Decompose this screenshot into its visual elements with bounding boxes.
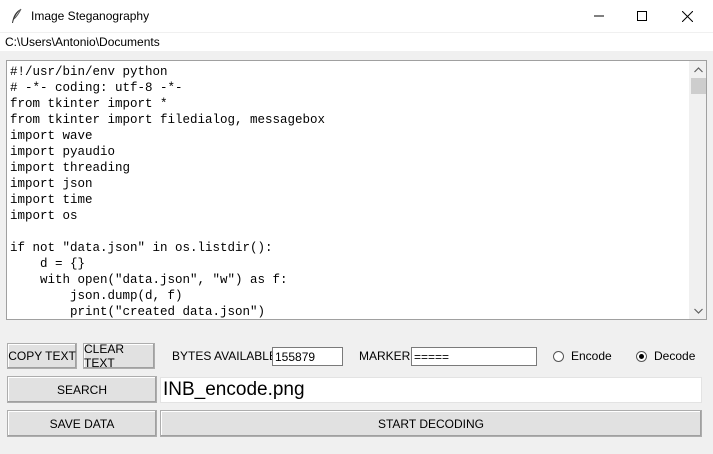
clear-text-button[interactable]: CLEAR TEXT xyxy=(83,342,155,370)
scroll-thumb[interactable] xyxy=(691,78,706,94)
editor-content[interactable]: #!/usr/bin/env python # -*- coding: utf-… xyxy=(10,64,325,319)
title-bar: Image Steganography xyxy=(0,0,713,32)
encode-radio[interactable]: Encode xyxy=(553,349,612,363)
minimize-icon xyxy=(594,15,604,17)
start-decoding-button[interactable]: START DECODING xyxy=(160,410,702,437)
filename-field[interactable] xyxy=(160,377,702,403)
close-button[interactable] xyxy=(664,0,710,32)
feather-icon xyxy=(10,8,24,24)
search-button[interactable]: SEARCH xyxy=(7,376,157,403)
maximize-button[interactable] xyxy=(619,0,665,32)
save-data-button[interactable]: SAVE DATA xyxy=(7,410,157,437)
close-icon xyxy=(681,10,693,22)
chevron-down-icon xyxy=(694,308,703,314)
vertical-scrollbar[interactable] xyxy=(689,61,706,319)
decode-radio[interactable]: Decode xyxy=(636,349,695,363)
radio-unchecked-icon xyxy=(553,350,564,362)
maximize-icon xyxy=(637,11,647,21)
path-bar: C:\Users\Antonio\Documents xyxy=(0,33,713,51)
radio-checked-icon xyxy=(636,350,647,362)
minimize-button[interactable] xyxy=(576,0,622,32)
decode-label: Decode xyxy=(654,349,696,363)
text-editor[interactable]: #!/usr/bin/env python # -*- coding: utf-… xyxy=(6,60,707,320)
marker-field[interactable] xyxy=(411,347,537,366)
current-path: C:\Users\Antonio\Documents xyxy=(5,35,160,49)
bytes-available-label: BYTES AVAILABLE: xyxy=(172,349,281,363)
encode-label: Encode xyxy=(571,349,612,363)
copy-text-button[interactable]: COPY TEXT xyxy=(7,343,77,369)
window-title: Image Steganography xyxy=(31,9,150,23)
bytes-available-field[interactable] xyxy=(272,347,343,366)
scroll-up-button[interactable] xyxy=(690,61,706,78)
scroll-down-button[interactable] xyxy=(690,302,706,319)
marker-label: MARKER: xyxy=(359,349,414,363)
chevron-up-icon xyxy=(694,66,703,72)
